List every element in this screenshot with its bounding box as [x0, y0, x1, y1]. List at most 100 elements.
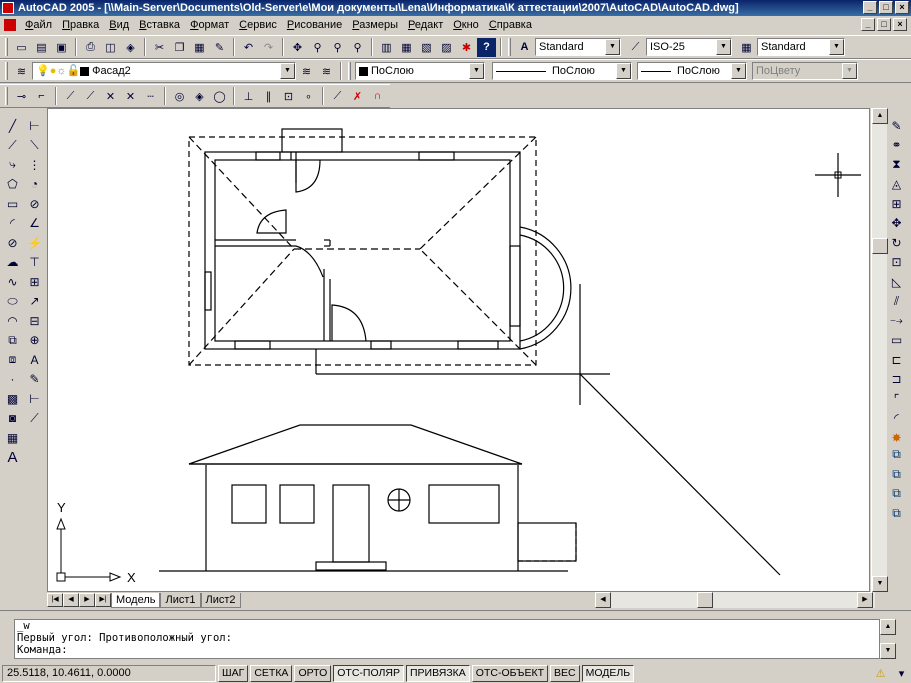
offset-icon[interactable]: ◬ [887, 175, 906, 195]
chevron-down-icon[interactable]: ▼ [716, 39, 731, 55]
plot-icon[interactable]: ⎙ [81, 38, 100, 57]
qleader-icon[interactable]: ↗ [25, 292, 44, 312]
doc-restore-button[interactable]: □ [877, 18, 891, 31]
layer-manager-icon[interactable]: ≋ [12, 62, 31, 81]
ortho-toggle[interactable]: ОРТО [294, 664, 332, 682]
bring-above-icon[interactable]: ⧉ [887, 484, 906, 504]
move-icon[interactable]: ✥ [887, 214, 906, 234]
baseline-dim-icon[interactable]: ⊤ [25, 253, 44, 273]
paste-icon[interactable]: ▦ [190, 38, 209, 57]
redo-icon[interactable]: ↷ [259, 38, 278, 57]
dim-text-edit-icon[interactable]: ✎ [25, 370, 44, 390]
help-icon[interactable]: ? [477, 37, 496, 57]
dim-edit-icon[interactable]: A [25, 350, 44, 370]
rectangle-icon[interactable]: ▭ [3, 194, 22, 214]
intersection-icon[interactable]: ✕ [101, 87, 120, 106]
dim-style-icon[interactable]: ⟋ [25, 409, 44, 429]
hscroll-thumb[interactable] [697, 592, 713, 608]
coordinate-display[interactable]: 25.5118, 10.4611, 0.0000 [2, 664, 216, 682]
tolerance-icon[interactable]: ⊟ [25, 311, 44, 331]
toolbar-grip[interactable] [348, 62, 351, 80]
erase-icon[interactable]: ✎ [887, 116, 906, 136]
angular-dim-icon[interactable]: ∠ [25, 214, 44, 234]
osnap-toggle[interactable]: ПРИВЯЗКА [405, 664, 470, 682]
circle-icon[interactable]: ⊘ [3, 233, 22, 253]
zoom-previous-icon[interactable]: ⚲ [348, 38, 367, 57]
command-window[interactable]: _w Первый угол: Противоположный угол: Ко… [14, 619, 880, 659]
last-tab-button[interactable]: ▶| [95, 593, 111, 607]
center-mark-icon[interactable]: ⊕ [25, 331, 44, 351]
rotate-icon[interactable]: ↻ [887, 233, 906, 253]
first-tab-button[interactable]: |◀ [47, 593, 63, 607]
ellipse-icon[interactable]: ⬭ [3, 292, 22, 312]
dim-style-icon[interactable]: ⟋ [626, 38, 645, 57]
menu-help[interactable]: Справка [484, 16, 537, 34]
cut-icon[interactable]: ✂ [150, 38, 169, 57]
quick-dim-icon[interactable]: ⚡ [25, 233, 44, 253]
chamfer-icon[interactable]: ⌜ [887, 389, 906, 409]
copy-icon[interactable]: ❐ [170, 38, 189, 57]
polar-toggle[interactable]: ОТС-ПОЛЯР [333, 664, 404, 682]
make-block-icon[interactable]: ⧈ [3, 350, 22, 370]
arc-icon[interactable]: ◜ [3, 214, 22, 234]
endpoint-icon[interactable]: ⟋ [61, 87, 80, 106]
region-icon[interactable]: ◙ [3, 409, 22, 429]
quadrant-icon[interactable]: ◈ [190, 87, 209, 106]
parallel-icon[interactable]: ∥ [259, 87, 278, 106]
toolbar-grip[interactable] [5, 87, 8, 105]
chevron-down-icon[interactable]: ▼ [829, 39, 844, 55]
menu-modify[interactable]: Редакт [403, 16, 448, 34]
drawing-canvas[interactable]: Y X [47, 108, 870, 592]
perpendicular-icon[interactable]: ⊥ [239, 87, 258, 106]
doc-minimize-button[interactable]: _ [861, 18, 875, 31]
sheet-set-icon[interactable]: ▨ [437, 38, 456, 57]
cmd-scroll-up-button[interactable]: ▲ [880, 619, 896, 635]
send-back-icon[interactable]: ⧉ [887, 465, 906, 485]
match-properties-icon[interactable]: ✎ [210, 38, 229, 57]
communication-center-icon[interactable]: ⚠ [871, 664, 890, 683]
construction-line-icon[interactable]: ⟋ [3, 136, 22, 156]
menu-file[interactable]: Файл [20, 16, 57, 34]
extension-icon[interactable]: ┄ [141, 87, 160, 106]
text-style-combo[interactable]: Standard ▼ [535, 38, 621, 56]
mirror-icon[interactable]: ⧗ [887, 155, 906, 175]
linear-dim-icon[interactable]: ⊢ [25, 116, 44, 136]
osnap-settings-icon[interactable]: ∩ [368, 87, 387, 106]
chevron-down-icon[interactable]: ▼ [605, 39, 620, 55]
tab-layout2[interactable]: Лист2 [200, 592, 241, 608]
vertical-scrollbar[interactable]: ▲ ▼ [871, 108, 888, 592]
open-icon[interactable]: ▤ [32, 38, 51, 57]
chevron-down-icon[interactable]: ▼ [280, 63, 295, 79]
insert-block-icon[interactable]: ⧉ [3, 331, 22, 351]
array-icon[interactable]: ⊞ [887, 194, 906, 214]
trim-icon[interactable]: ⫽ [887, 292, 906, 312]
point-icon[interactable]: · [3, 370, 22, 390]
lineweight-combo[interactable]: ПоСлою ▼ [637, 62, 747, 80]
scale-icon[interactable]: ⊡ [887, 253, 906, 273]
color-combo[interactable]: ПоСлою ▼ [355, 62, 485, 80]
minimize-button[interactable]: _ [863, 1, 877, 14]
prev-tab-button[interactable]: ◀ [63, 593, 79, 607]
autocad-app-icon[interactable] [2, 2, 14, 14]
dim-update-icon[interactable]: ⊢ [25, 389, 44, 409]
lineweight-toggle[interactable]: ВЕС [550, 664, 580, 682]
cmd-scroll-down-button[interactable]: ▼ [880, 643, 896, 659]
grid-toggle[interactable]: СЕТКА [250, 664, 293, 682]
chevron-down-icon[interactable]: ▼ [731, 63, 746, 79]
tray-settings-icon[interactable]: ▾ [892, 664, 911, 683]
doc-close-button[interactable]: × [893, 18, 907, 31]
polygon-icon[interactable]: ⬠ [3, 175, 22, 195]
node-icon[interactable]: ∘ [299, 87, 318, 106]
stretch-icon[interactable]: ◺ [887, 272, 906, 292]
tab-model[interactable]: Модель [111, 592, 161, 608]
zoom-realtime-icon[interactable]: ⚲ [308, 38, 327, 57]
multiline-text-icon[interactable]: A [3, 448, 22, 468]
scroll-left-button[interactable]: ◀ [595, 592, 611, 608]
scroll-right-button[interactable]: ▶ [857, 592, 873, 608]
menu-window[interactable]: Окно [448, 16, 484, 34]
menu-draw[interactable]: Рисование [282, 16, 347, 34]
close-button[interactable]: × [895, 1, 909, 14]
insert-icon[interactable]: ⊡ [279, 87, 298, 106]
line-icon[interactable]: ╱ [3, 116, 22, 136]
polyline-icon[interactable]: ⤷ [3, 155, 22, 175]
